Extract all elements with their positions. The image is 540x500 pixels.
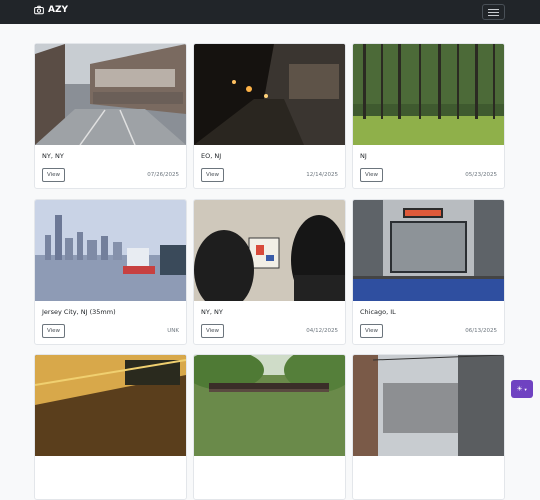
view-button[interactable]: View [42,324,66,338]
photo-thumbnail[interactable] [35,355,186,456]
photo-thumbnail[interactable] [35,44,186,145]
photo-date: 06/13/2025 [465,328,497,334]
camera-icon [34,5,44,15]
photo-card: Jersey City, NJ (35mm) View UNK [34,199,187,345]
view-button[interactable]: View [360,324,384,338]
photo-location: Jersey City, NJ (35mm) [42,308,116,316]
photo-location: NY, NY [42,152,64,160]
photo-thumbnail[interactable] [353,200,504,301]
theme-toggle-button[interactable]: ☀ ▼ [511,380,533,398]
photo-card: Chicago, IL View 06/13/2025 [352,199,505,345]
photo-date: 05/23/2025 [465,172,497,178]
view-button[interactable]: View [201,168,225,182]
photo-location: NJ [360,152,367,160]
photo-thumbnail[interactable] [194,355,345,456]
photo-card [352,354,505,500]
photo-thumbnail[interactable] [194,44,345,145]
photo-date: UNK [167,328,179,334]
photo-location: Chicago, IL [360,308,396,316]
photo-card: NY, NY View 04/12/2025 [193,199,346,345]
hamburger-menu-icon[interactable] [482,4,505,20]
photo-thumbnail[interactable] [353,355,504,456]
photo-card [193,354,346,500]
photo-thumbnail[interactable] [35,200,186,301]
photo-location: NY, NY [201,308,223,316]
photo-card [34,354,187,500]
photo-card: NJ View 05/23/2025 [352,43,505,189]
photo-location: EO, NJ [201,152,222,160]
caret-down-icon: ▼ [523,386,528,392]
view-button[interactable]: View [42,168,66,182]
view-button[interactable]: View [201,324,225,338]
brand-name: AZY [48,5,69,15]
photo-date: 04/12/2025 [306,328,338,334]
navbar: AZY [0,0,540,24]
photo-card: NY, NY View 07/26/2025 [34,43,187,189]
brand-link[interactable]: AZY [34,5,68,15]
photo-thumbnail[interactable] [353,44,504,145]
view-button[interactable]: View [360,168,384,182]
photo-date: 12/14/2025 [306,172,338,178]
sun-icon: ☀ [516,386,523,393]
photo-card: EO, NJ View 12/14/2025 [193,43,346,189]
photo-date: 07/26/2025 [147,172,179,178]
photo-thumbnail[interactable] [194,200,345,301]
